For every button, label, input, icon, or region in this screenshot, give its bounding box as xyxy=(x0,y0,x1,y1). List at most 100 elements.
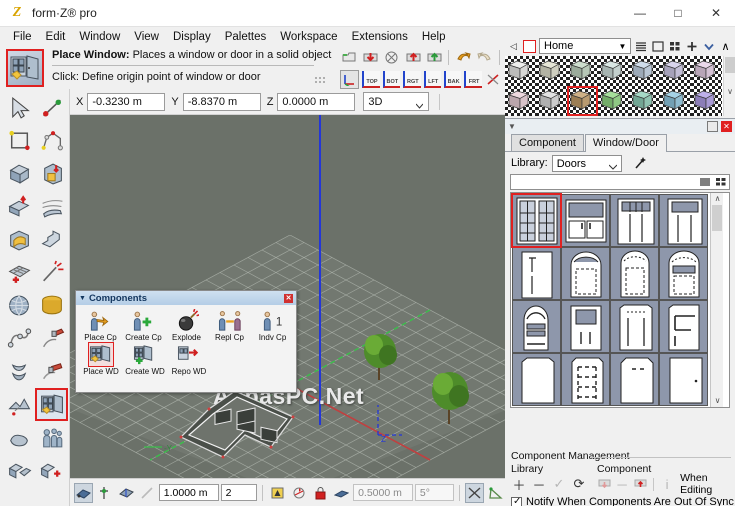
view-button-bot[interactable]: BOT xyxy=(382,70,401,88)
coord-mode-select[interactable]: 3D xyxy=(363,92,430,111)
list-view-icon[interactable] xyxy=(633,39,648,54)
door-item-arched-panel-door[interactable] xyxy=(610,247,659,300)
notify-checkbox-row[interactable]: Notify When Components Are Out Of Sync xyxy=(505,496,735,506)
material-swatch[interactable] xyxy=(660,86,691,116)
tool-insert-face-icon[interactable] xyxy=(35,157,68,190)
door-scroll-down-icon[interactable]: ∨ xyxy=(713,396,722,406)
tool-stair-tool-icon[interactable] xyxy=(35,223,68,256)
door-item-plain-door[interactable] xyxy=(512,353,561,406)
components-palette-header[interactable]: ▼ Components ✕ xyxy=(76,291,296,305)
materials-scrollbar[interactable]: ∨ xyxy=(723,56,735,116)
door-item-double-panel-door[interactable] xyxy=(610,194,659,247)
tool-duplicate-tool-icon[interactable] xyxy=(35,454,68,487)
view-button-bak[interactable]: BAK xyxy=(443,70,462,88)
minimize-icon[interactable] xyxy=(707,121,718,132)
menu-extensions[interactable]: Extensions xyxy=(345,29,415,45)
scroll-up-icon[interactable]: ∧ xyxy=(718,39,733,54)
maximize-button[interactable]: □ xyxy=(659,0,697,27)
component-tool-place-window-door-icon[interactable]: Place WD xyxy=(79,342,123,376)
no-snap-icon[interactable] xyxy=(464,482,484,503)
material-swatch[interactable] xyxy=(629,56,660,86)
chevron-down-icon[interactable]: ▼ xyxy=(615,39,630,53)
list-view-icon[interactable] xyxy=(698,176,711,188)
component-tool-create-component-icon[interactable]: Create Cp xyxy=(122,308,165,342)
lock-icon[interactable] xyxy=(311,483,330,503)
tool-mesh-tool-icon[interactable] xyxy=(2,256,35,289)
y-input[interactable]: -8.8370 m xyxy=(182,92,261,111)
door-item-sliding-double-door[interactable] xyxy=(561,194,610,247)
tool-cylinder-primitive-icon[interactable] xyxy=(35,289,68,322)
tool-rectangle-tool-icon[interactable] xyxy=(2,124,35,157)
door-scrollbar[interactable]: ∧ ∨ xyxy=(710,193,723,407)
tool-sphere-primitive-icon[interactable] xyxy=(2,289,35,322)
object-snap-icon[interactable] xyxy=(95,483,114,503)
door-item-arched-top-door[interactable] xyxy=(561,247,610,300)
undo-icon[interactable] xyxy=(454,48,472,67)
materials-grid[interactable] xyxy=(505,56,723,116)
menu-help[interactable]: Help xyxy=(415,29,453,45)
tool-bool-union-icon[interactable] xyxy=(2,223,35,256)
tool-skin-tool-icon[interactable] xyxy=(35,355,68,388)
add-icon[interactable] xyxy=(684,39,699,54)
tool-transform-tool-icon[interactable] xyxy=(2,454,35,487)
rotate-snap-icon[interactable] xyxy=(290,483,309,503)
view-button-rgt[interactable]: RGT xyxy=(403,70,421,88)
snap-grid-icon[interactable] xyxy=(74,482,94,503)
3d-viewport[interactable]: AbbasPC.Net Z -Y ▼ Components ✕ Place Cp… xyxy=(70,115,505,478)
tool-place-window-door-icon[interactable] xyxy=(35,388,68,421)
material-swatch[interactable] xyxy=(660,56,691,86)
tab-component[interactable]: Component xyxy=(511,134,584,151)
grid-view-icon[interactable] xyxy=(714,176,727,188)
component-tool-reposition-window-door-icon[interactable]: Repo WD xyxy=(167,342,211,376)
remove-component-icon[interactable]: － xyxy=(615,476,629,493)
redo-icon[interactable] xyxy=(476,48,494,67)
door-item-round-arch-glass-door[interactable] xyxy=(512,300,561,353)
door-item-offset-panel-door[interactable] xyxy=(659,300,708,353)
window-import-icon[interactable] xyxy=(361,48,379,67)
door-library-browser[interactable]: ∧ ∨ xyxy=(510,192,730,408)
material-swatch[interactable] xyxy=(691,86,722,116)
warning-icon[interactable] xyxy=(268,483,287,503)
snap-angle-input[interactable]: 5° xyxy=(414,484,454,501)
snap-distance-input[interactable]: 0.5000 m xyxy=(353,484,413,501)
material-swatch[interactable] xyxy=(691,56,722,86)
direction-snap-icon[interactable] xyxy=(332,483,351,503)
material-swatch[interactable] xyxy=(598,86,629,116)
menu-view[interactable]: View xyxy=(127,29,166,45)
tool-people-component-icon[interactable] xyxy=(35,421,68,454)
component-tool-place-component-icon[interactable]: Place Cp xyxy=(79,308,122,342)
angle-tool-icon[interactable] xyxy=(486,483,505,503)
door-item-french-double-door[interactable] xyxy=(511,193,562,248)
material-swatch[interactable] xyxy=(536,86,567,116)
z-input[interactable]: 0.0000 m xyxy=(277,92,356,111)
minimize-button[interactable]: — xyxy=(621,0,659,27)
info-icon[interactable]: i xyxy=(660,476,674,492)
materials-back-icon[interactable]: ◁ xyxy=(507,40,520,53)
tool-cube-primitive-icon[interactable] xyxy=(2,157,35,190)
x-input[interactable]: -0.3230 m xyxy=(87,92,166,111)
no-view-icon[interactable] xyxy=(485,70,502,89)
triangle-down-icon[interactable]: ▼ xyxy=(508,122,516,131)
axes-view-icon[interactable] xyxy=(340,69,360,89)
plane-snap-icon[interactable] xyxy=(116,483,135,503)
tool-terrain-tool-icon[interactable] xyxy=(2,388,35,421)
materials-scroll-thumb[interactable] xyxy=(725,57,735,73)
resize-grip[interactable] xyxy=(315,77,325,85)
close-button[interactable]: ✕ xyxy=(697,0,735,27)
door-item-ladder-panel-door[interactable] xyxy=(561,353,610,406)
close-icon[interactable]: ✕ xyxy=(721,121,732,132)
add-library-icon[interactable]: ＋ xyxy=(511,476,527,493)
grid-subdivision-input[interactable]: 2 xyxy=(220,484,258,501)
tool-extrude-tool-icon[interactable] xyxy=(2,190,35,223)
components-palette[interactable]: ▼ Components ✕ Place Cp Create Cp Explode R… xyxy=(75,290,297,393)
library-select[interactable]: Doors xyxy=(551,154,622,172)
window-export-icon[interactable] xyxy=(404,48,422,67)
triangle-down-icon[interactable]: ▼ xyxy=(79,295,86,302)
component-tool-individual-component-icon[interactable]: 1 Indv Cp xyxy=(251,308,294,342)
view-button-frt[interactable]: FRT xyxy=(464,70,482,88)
material-swatch[interactable] xyxy=(567,56,598,86)
chevron-down-icon[interactable] xyxy=(701,39,716,54)
menu-window[interactable]: Window xyxy=(72,29,127,45)
remove-library-icon[interactable]: － xyxy=(531,476,547,493)
door-item-small-light-door[interactable] xyxy=(610,353,659,406)
